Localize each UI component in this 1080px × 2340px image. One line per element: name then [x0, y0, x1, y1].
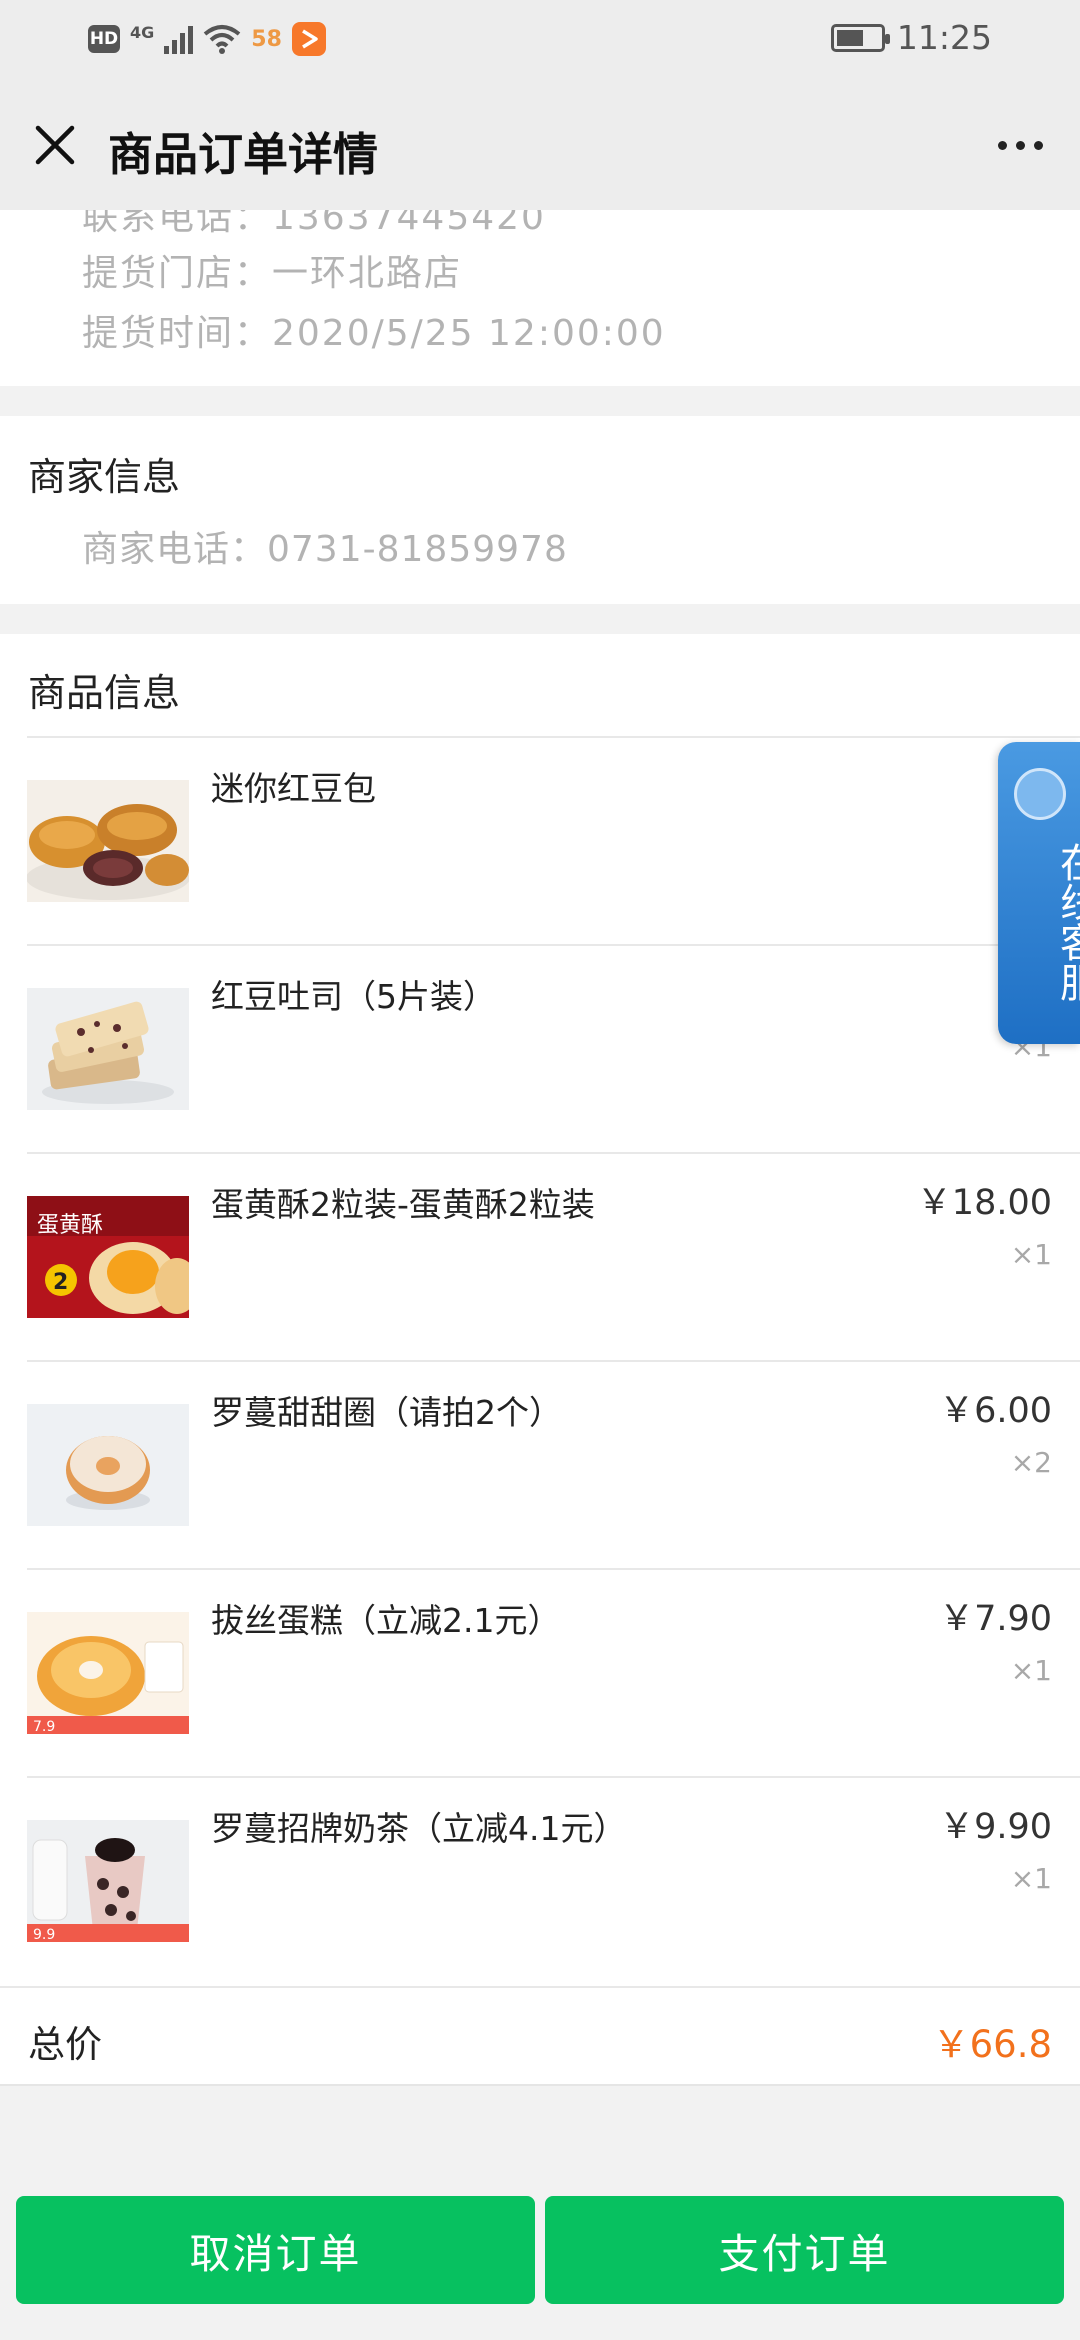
product-name: 蛋黄酥2粒装-蛋黄酥2粒装	[211, 1185, 595, 1224]
list-item[interactable]: 迷你红豆包 ￥6	[27, 736, 1080, 944]
list-item[interactable]: 罗蔓甜甜圈（请拍2个） ￥6.00 ×2	[27, 1360, 1080, 1568]
product-price: ￥6.00	[939, 1391, 1052, 1431]
online-service-button[interactable]: 在线客服	[998, 742, 1080, 1044]
egg-tart-badge: 2	[53, 1270, 68, 1295]
pickup-store: 提货门店：一环北路店	[82, 253, 463, 294]
pickup-info-card: 联系电话：13637445420 提货门店：一环北路店 提货时间：2020/5/…	[0, 210, 1080, 386]
list-item[interactable]: 7.9 拔丝蛋糕（立减2.1元） ￥7.90 ×1	[27, 1568, 1080, 1776]
product-name: 红豆吐司（5片装）	[211, 977, 496, 1016]
product-image: 7.9	[27, 1612, 189, 1734]
list-item[interactable]: 蛋黄酥 2 蛋黄酥2粒装-蛋黄酥2粒装 ￥18.00 ×1	[27, 1152, 1080, 1360]
more-dot-icon	[997, 140, 1007, 150]
battery-icon	[830, 23, 890, 52]
pickup-time: 提货时间：2020/5/25 12:00:00	[82, 313, 666, 354]
product-image	[27, 1404, 189, 1526]
clock: 11:25	[896, 18, 992, 57]
hd-icon: HD	[88, 25, 120, 53]
total-value: ￥66.8	[932, 2023, 1052, 2066]
cancel-order-button[interactable]: 取消订单	[16, 2196, 535, 2304]
play-app-icon	[291, 22, 326, 56]
cake-promo-text: 7.9	[33, 1719, 55, 1734]
page-title: 商品订单详情	[108, 128, 379, 181]
total-label: 总价	[28, 2023, 102, 2066]
product-image: 9.9	[27, 1820, 189, 1942]
merchant-section-title: 商家信息	[28, 455, 181, 499]
merchant-info-card: 商家信息 商家电话：0731-81859978	[0, 416, 1080, 604]
headset-icon	[1014, 768, 1066, 820]
tea-promo-text: 9.9	[33, 1927, 55, 1942]
more-menu-button[interactable]	[980, 110, 1060, 180]
pay-order-button[interactable]: 支付订单	[545, 2196, 1064, 2304]
online-service-label: 在线客服	[1053, 842, 1080, 1002]
more-dot-icon	[1015, 140, 1025, 150]
app-58-icon: 58	[251, 26, 282, 52]
product-qty: ×1	[1010, 1862, 1052, 1895]
product-qty: ×1	[1010, 1654, 1052, 1687]
product-price: ￥18.00	[916, 1183, 1052, 1223]
product-image	[27, 988, 189, 1110]
product-price: ￥7.90	[939, 1599, 1052, 1639]
status-icons-left: HD 4G 58	[88, 22, 326, 56]
contact-phone: 联系电话：13637445420	[82, 210, 546, 238]
status-bar: HD 4G 58 11:25	[0, 0, 1080, 80]
product-qty: ×2	[1010, 1446, 1052, 1479]
close-icon	[35, 125, 75, 165]
status-icons-right: 11:25	[830, 18, 992, 57]
product-name: 迷你红豆包	[211, 769, 376, 808]
egg-tart-logo: 蛋黄酥	[37, 1213, 103, 1238]
more-dot-icon	[1033, 140, 1043, 150]
signal-icon	[164, 24, 194, 54]
product-name: 罗蔓招牌奶茶（立减4.1元）	[211, 1809, 627, 1848]
product-name: 罗蔓甜甜圈（请拍2个）	[211, 1393, 562, 1432]
product-image	[27, 780, 189, 902]
product-image: 蛋黄酥 2	[27, 1196, 189, 1318]
title-bar: 商品订单详情	[0, 80, 1080, 210]
product-qty: ×1	[1010, 1238, 1052, 1271]
product-price: ￥9.90	[939, 1807, 1052, 1847]
product-name: 拔丝蛋糕（立减2.1元）	[211, 1601, 561, 1640]
wifi-icon	[203, 25, 241, 54]
network-type: 4G	[130, 22, 155, 42]
list-item[interactable]: 9.9 罗蔓招牌奶茶（立减4.1元） ￥9.90 ×1	[27, 1776, 1080, 1984]
goods-info-card: 商品信息 迷你红豆包 ￥6	[0, 634, 1080, 2086]
merchant-phone[interactable]: 商家电话：0731-81859978	[82, 520, 568, 572]
total-row: 总价 ￥66.8	[0, 1986, 1080, 2086]
close-button[interactable]	[20, 110, 90, 180]
list-item[interactable]: 红豆吐司（5片装） ￥7 ×1	[27, 944, 1080, 1152]
goods-section-title: 商品信息	[28, 671, 181, 715]
